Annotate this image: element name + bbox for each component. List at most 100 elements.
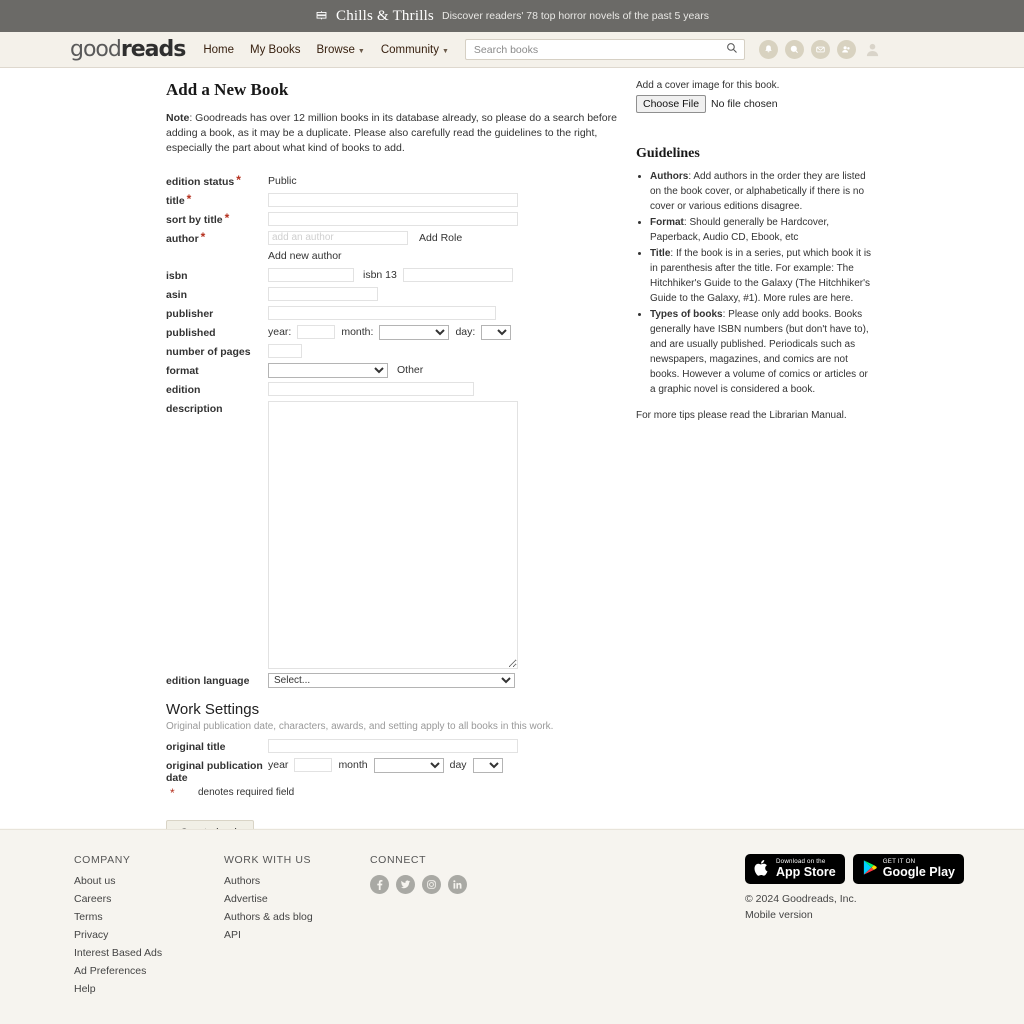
asin-input[interactable] — [268, 286, 378, 301]
nav-item-community[interactable]: Community ▼ — [381, 44, 449, 56]
footer-link-privacy[interactable]: Privacy — [74, 929, 224, 941]
sidebar: Add a cover image for this book. Choose … — [636, 80, 876, 421]
label-format-text: format — [166, 364, 199, 377]
guidelines-list: Authors: Add authors in the order they a… — [636, 169, 876, 397]
label-edition-language-text: edition language — [166, 674, 250, 687]
goodreads-logo[interactable]: goodreads — [70, 37, 186, 62]
footer-heading-connect: CONNECT — [370, 854, 427, 866]
denotes-required-text: denotes required field — [198, 786, 295, 798]
label-author-text: author — [166, 232, 199, 245]
promo-banner[interactable]: Chills & Thrills Discover readers' 78 to… — [0, 0, 1024, 32]
comment-icon[interactable] — [784, 40, 804, 59]
footer-link-interest-based-ads[interactable]: Interest Based Ads — [74, 947, 224, 959]
edition-language-select[interactable]: Select... — [268, 672, 515, 688]
guideline-term-format: Format — [650, 217, 684, 228]
search-icon[interactable] — [726, 42, 738, 57]
add-new-author-link[interactable]: Add new author — [268, 250, 626, 262]
avatar-icon[interactable] — [863, 40, 882, 59]
field-row-original-title: original title — [166, 738, 626, 755]
instagram-icon[interactable] — [422, 875, 441, 894]
label-published-month: month: — [341, 326, 374, 339]
mobile-version-link[interactable]: Mobile version — [745, 909, 964, 921]
original-title-input[interactable] — [268, 738, 518, 753]
copyright-text: © 2024 Goodreads, Inc. — [745, 893, 857, 905]
label-number-of-pages: number of pages — [166, 344, 268, 358]
facebook-icon[interactable] — [370, 875, 389, 894]
logo-good: good — [70, 37, 122, 62]
isbn-input[interactable] — [268, 267, 354, 282]
guideline-item-format: Format: Should generally be Hardcover, P… — [650, 215, 876, 245]
title-input[interactable] — [268, 192, 518, 207]
label-published-text: published — [166, 326, 216, 339]
note-text: Note: Goodreads has over 12 million book… — [166, 111, 624, 157]
nav-item-my-books[interactable]: My Books — [250, 44, 301, 56]
publisher-input[interactable] — [268, 305, 496, 320]
footer-link-about-us[interactable]: About us — [74, 875, 224, 887]
label-published: published — [166, 325, 268, 339]
nav-label-home: Home — [203, 43, 235, 56]
footer-link-advertise[interactable]: Advertise — [224, 893, 370, 905]
edition-input[interactable] — [268, 381, 474, 396]
app-store-badge[interactable]: Download on the App Store — [745, 854, 845, 884]
choose-file-button[interactable]: Choose File — [636, 95, 707, 113]
chevron-down-icon: ▼ — [441, 47, 449, 55]
original-month-select[interactable] — [373, 757, 444, 773]
guidelines-title: Guidelines — [636, 146, 700, 161]
footer-heading-company: COMPANY — [74, 854, 131, 866]
footer-column-company: COMPANY About us Careers Terms Privacy I… — [74, 854, 224, 1001]
field-row-author: author* Add Role — [166, 230, 626, 247]
format-select[interactable] — [268, 362, 388, 378]
search-input[interactable] — [471, 42, 726, 57]
published-year-input[interactable] — [297, 325, 336, 340]
cover-file-row: Choose File No file chosen — [636, 95, 876, 113]
work-settings-heading: Work Settings — [166, 700, 260, 718]
footer-link-terms[interactable]: Terms — [74, 911, 224, 923]
work-settings-subtext: Original publication date, characters, a… — [166, 720, 554, 732]
google-play-badge[interactable]: GET IT ON Google Play — [852, 854, 964, 884]
guideline-text-title: : If the book is in a series, put which … — [650, 248, 872, 304]
footer-link-careers[interactable]: Careers — [74, 893, 224, 905]
label-edition-status: edition status * — [166, 174, 268, 188]
isbn13-input[interactable] — [402, 267, 513, 282]
footer-column-connect: CONNECT — [370, 854, 670, 894]
field-row-format: format Other — [166, 362, 626, 379]
page-title: Add a New Book — [166, 80, 289, 99]
friends-icon[interactable] — [836, 40, 856, 59]
linkedin-icon[interactable] — [448, 875, 467, 894]
app-badges: Download on the App Store GET IT ON Goog… — [745, 854, 964, 884]
envelope-icon[interactable] — [810, 40, 830, 59]
label-number-of-pages-text: number of pages — [166, 345, 251, 358]
app-store-big: App Store — [776, 864, 836, 879]
label-edition-text: edition — [166, 383, 201, 396]
bell-icon[interactable] — [758, 40, 778, 59]
footer-link-help[interactable]: Help — [74, 983, 224, 995]
author-input[interactable] — [268, 230, 408, 245]
description-textarea[interactable] — [268, 400, 518, 669]
sort-by-title-input[interactable] — [268, 211, 518, 226]
published-month-select[interactable] — [379, 324, 450, 340]
nav-label-browse: Browse — [316, 43, 355, 56]
original-year-input[interactable] — [294, 758, 333, 773]
twitter-icon[interactable] — [396, 875, 415, 894]
nav-item-browse[interactable]: Browse ▼ — [317, 44, 365, 56]
number-of-pages-input[interactable] — [268, 343, 302, 358]
label-isbn13: isbn 13 — [363, 268, 397, 281]
label-original-title-text: original title — [166, 740, 226, 753]
add-role-link[interactable]: Add Role — [419, 232, 462, 244]
footer-link-api[interactable]: API — [224, 929, 370, 941]
original-day-select[interactable] — [472, 757, 503, 773]
footer-link-authors-ads-blog[interactable]: Authors & ads blog — [224, 911, 370, 923]
published-day-select[interactable] — [481, 324, 512, 340]
label-isbn-text: isbn — [166, 269, 188, 282]
label-published-year: year: — [268, 326, 292, 339]
label-asin-text: asin — [166, 288, 188, 301]
field-row-original-publication-date: original publication date year month day — [166, 757, 626, 784]
nav-item-home[interactable]: Home — [203, 44, 234, 56]
field-row-edition-status: edition status * Public — [166, 174, 626, 190]
search-bar[interactable] — [464, 39, 745, 60]
footer-link-authors[interactable]: Authors — [224, 875, 370, 887]
label-edition-status-text: edition status — [166, 175, 235, 188]
footer-link-ad-preferences[interactable]: Ad Preferences — [74, 965, 224, 977]
librarian-manual-tip[interactable]: For more tips please read the Librarian … — [636, 410, 876, 421]
label-format: format — [166, 363, 268, 377]
